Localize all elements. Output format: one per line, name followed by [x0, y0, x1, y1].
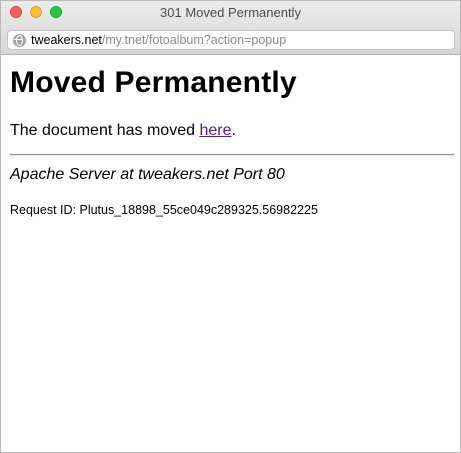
server-signature: Apache Server at tweakers.net Port 80: [10, 166, 285, 183]
url-host: tweakers.net: [31, 33, 102, 47]
title-bar: 301 Moved Permanently tweakers.net/my.tn…: [1, 1, 460, 55]
browser-window: 301 Moved Permanently tweakers.net/my.tn…: [0, 0, 461, 453]
moved-message-prefix: The document has moved: [10, 122, 200, 139]
redirect-link[interactable]: here: [199, 122, 231, 139]
window-title: 301 Moved Permanently: [160, 5, 301, 20]
page-heading: Moved Permanently: [10, 66, 297, 99]
globe-icon: [13, 33, 26, 47]
address-bar[interactable]: tweakers.net/my.tnet/fotoalbum?action=po…: [7, 30, 455, 50]
page-content: Moved Permanently The document has moved…: [10, 65, 454, 218]
url-path: /my.tnet/fotoalbum?action=popup: [101, 33, 287, 47]
request-id: Request ID: Plutus_18898_55ce049c289325.…: [10, 203, 318, 217]
moved-message: The document has moved here.: [10, 121, 454, 141]
moved-message-suffix: .: [231, 122, 236, 139]
divider: [10, 154, 454, 156]
